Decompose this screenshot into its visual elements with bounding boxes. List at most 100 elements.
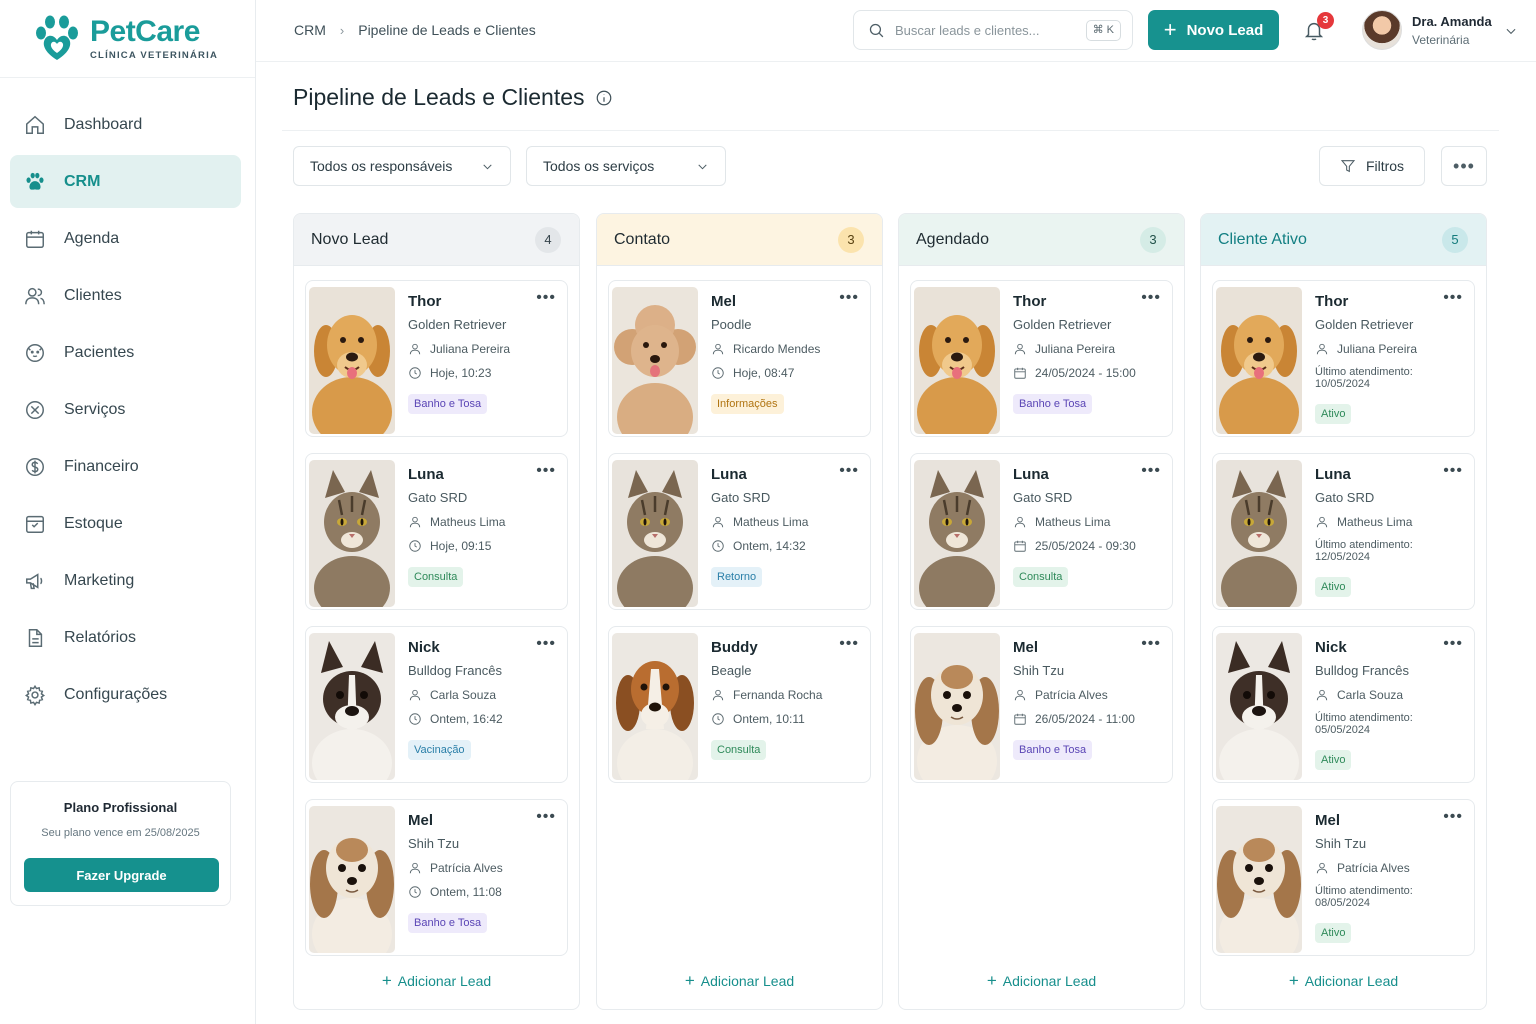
lead-card[interactable]: Thor Golden Retriever Juliana Pereira Úl…: [1212, 280, 1475, 437]
lead-card[interactable]: Mel Shih Tzu Patrícia Alves Último atend…: [1212, 799, 1475, 956]
search-shortcut: ⌘ K: [1085, 20, 1121, 41]
card-more-button[interactable]: •••: [536, 462, 556, 480]
pet-face-icon: [26, 343, 44, 362]
card-more-button[interactable]: •••: [536, 808, 556, 826]
lead-card[interactable]: Nick Bulldog Francês Carla Souza Último …: [1212, 626, 1475, 783]
lead-time: Hoje, 09:15: [408, 539, 559, 553]
plus-icon: +: [684, 971, 695, 990]
pet-breed: Bulldog Francês: [1315, 663, 1409, 678]
service-tag: Banho e Tosa: [1013, 740, 1093, 760]
add-lead-button[interactable]: + Adicionar Lead: [1201, 971, 1486, 991]
lead-card[interactable]: Mel Shih Tzu Patrícia Alves Ontem, 11:08…: [305, 799, 568, 956]
pet-breed: Golden Retriever: [408, 317, 507, 332]
responsible-select[interactable]: Todos os responsáveis: [293, 146, 511, 186]
sidebar-item-financeiro[interactable]: Financeiro: [10, 440, 241, 493]
search-input[interactable]: [895, 22, 1065, 38]
card-more-button[interactable]: •••: [1141, 462, 1161, 480]
owner-name: Matheus Lima: [1337, 515, 1413, 529]
lead-card[interactable]: Luna Gato SRD Matheus Lima Último atendi…: [1212, 453, 1475, 610]
filter-icon: [1340, 160, 1356, 173]
plan-expiry: Seu plano vence em 25/08/2025: [41, 827, 200, 839]
pet-photo: [612, 633, 698, 780]
add-lead-button[interactable]: + Adicionar Lead: [294, 971, 579, 991]
more-options-button[interactable]: •••: [1441, 146, 1487, 186]
card-body: Luna Gato SRD Matheus Lima 25/05/2024 - …: [1013, 466, 1164, 587]
card-more-button[interactable]: •••: [1443, 635, 1463, 653]
plus-icon: +: [381, 971, 392, 990]
column-count: 4: [535, 226, 561, 253]
user-icon: [1316, 516, 1328, 528]
owner-name: Juliana Pereira: [430, 342, 511, 356]
clock-icon: [409, 367, 421, 379]
add-lead-button[interactable]: + Adicionar Lead: [597, 971, 882, 991]
sidebar-item-relatorios[interactable]: Relatórios: [10, 611, 241, 664]
brand-logo[interactable]: PetCare CLÍNICA VETERINÁRIA: [32, 14, 218, 64]
sidebar-item-agenda[interactable]: Agenda: [10, 212, 241, 265]
owner: Juliana Pereira: [1315, 342, 1466, 356]
owner-name: Patrícia Alves: [1035, 688, 1108, 702]
sidebar-item-crm[interactable]: CRM: [10, 155, 241, 208]
user-icon: [1316, 343, 1328, 355]
column-count: 3: [1140, 226, 1166, 253]
lead-card[interactable]: Mel Shih Tzu Patrícia Alves 26/05/2024 -…: [910, 626, 1173, 783]
notifications-button[interactable]: 3: [1303, 12, 1334, 42]
card-more-button[interactable]: •••: [536, 635, 556, 653]
sidebar-item-pacientes[interactable]: Pacientes: [10, 326, 241, 379]
sidebar-item-marketing[interactable]: Marketing: [10, 554, 241, 607]
card-more-button[interactable]: •••: [839, 635, 859, 653]
card-more-button[interactable]: •••: [1141, 635, 1161, 653]
card-more-button[interactable]: •••: [1443, 462, 1463, 480]
filters-button[interactable]: Filtros: [1319, 146, 1425, 186]
pet-breed: Gato SRD: [1315, 490, 1375, 505]
pet-photo: [1216, 806, 1302, 953]
chevron-down-icon[interactable]: [1504, 24, 1518, 38]
user-menu[interactable]: Dra. Amanda Veterinária: [1362, 10, 1516, 50]
card-body: Mel Shih Tzu Patrícia Alves 26/05/2024 -…: [1013, 639, 1164, 760]
new-lead-label: Novo Lead: [1186, 21, 1264, 39]
lead-card[interactable]: Luna Gato SRD Matheus Lima 25/05/2024 - …: [910, 453, 1173, 610]
owner-name: Ricardo Mendes: [733, 342, 821, 356]
upgrade-button[interactable]: Fazer Upgrade: [24, 858, 219, 892]
sidebar-item-dashboard[interactable]: Dashboard: [10, 98, 241, 151]
card-more-button[interactable]: •••: [839, 289, 859, 307]
column-agendado: Agendado 3 Thor Golden Retriever Juliana…: [898, 213, 1185, 1010]
search-box[interactable]: ⌘ K: [853, 10, 1133, 50]
pet-breed: Shih Tzu: [1013, 663, 1065, 678]
owner-name: Juliana Pereira: [1337, 342, 1418, 356]
clock-icon: [409, 540, 421, 552]
user-icon: [409, 343, 421, 355]
sidebar-item-clientes[interactable]: Clientes: [10, 269, 241, 322]
time-text: Hoje, 10:23: [430, 366, 492, 380]
card-more-button[interactable]: •••: [1141, 289, 1161, 307]
plus-icon: +: [1163, 17, 1177, 42]
lead-card[interactable]: Thor Golden Retriever Juliana Pereira Ho…: [305, 280, 568, 437]
pet-photo: [914, 287, 1000, 434]
time-text: Ontem, 16:42: [430, 712, 503, 726]
info-icon[interactable]: [595, 89, 613, 107]
column-header: Novo Lead 4: [294, 214, 579, 266]
lead-card[interactable]: Mel Poodle Ricardo Mendes Hoje, 08:47 In…: [608, 280, 871, 437]
pet-photo: [914, 460, 1000, 607]
lead-card[interactable]: Thor Golden Retriever Juliana Pereira 24…: [910, 280, 1173, 437]
card-more-button[interactable]: •••: [839, 462, 859, 480]
sidebar-item-estoque[interactable]: Estoque: [10, 497, 241, 550]
card-more-button[interactable]: •••: [536, 289, 556, 307]
lead-card[interactable]: Luna Gato SRD Matheus Lima Hoje, 09:15 C…: [305, 453, 568, 610]
card-more-button[interactable]: •••: [1443, 808, 1463, 826]
service-select-value: Todos os serviços: [543, 158, 655, 174]
service-select[interactable]: Todos os serviços: [526, 146, 726, 186]
owner-name: Carla Souza: [430, 688, 497, 702]
lead-card[interactable]: Luna Gato SRD Matheus Lima Ontem, 14:32 …: [608, 453, 871, 610]
lead-card[interactable]: Buddy Beagle Fernanda Rocha Ontem, 10:11…: [608, 626, 871, 783]
sidebar-item-configuracoes[interactable]: Configurações: [10, 668, 241, 721]
lead-card[interactable]: Nick Bulldog Francês Carla Souza Ontem, …: [305, 626, 568, 783]
card-list: Mel Poodle Ricardo Mendes Hoje, 08:47 In…: [597, 266, 882, 783]
sidebar-item-servicos[interactable]: Serviços: [10, 383, 241, 436]
breadcrumb-crm[interactable]: CRM: [294, 22, 326, 38]
user-icon: [1014, 343, 1026, 355]
card-more-button[interactable]: •••: [1443, 289, 1463, 307]
add-lead-button[interactable]: + Adicionar Lead: [899, 971, 1184, 991]
new-lead-button[interactable]: + Novo Lead: [1148, 10, 1279, 50]
owner: Juliana Pereira: [1013, 342, 1164, 356]
breadcrumb-current: Pipeline de Leads e Clientes: [358, 22, 536, 38]
